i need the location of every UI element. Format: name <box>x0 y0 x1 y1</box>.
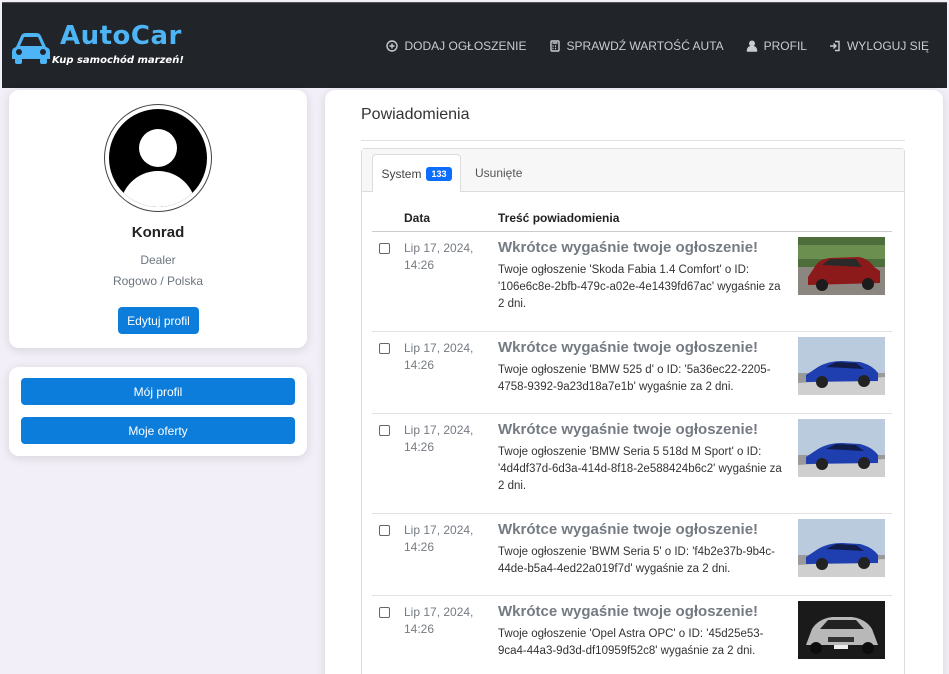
plus-circle-icon <box>386 40 399 52</box>
nav-add-listing[interactable]: DODAJ OGŁOSZENIE <box>386 39 527 53</box>
tab-bar: System 133 Usunięte <box>362 149 904 192</box>
page-title: Powiadomienia <box>361 106 470 123</box>
nav-menu: DODAJ OGŁOSZENIE SPRAWDŹ WARTOŚĆ AUTA PR… <box>386 39 929 53</box>
notification-row[interactable]: Lip 17, 2024, 14:26 Wkrótce wygaśnie two… <box>372 414 892 514</box>
notification-text: Twoje ogłoszenie 'BMW 525 d' o ID: '5a36… <box>498 364 771 393</box>
car-thumbnail[interactable] <box>798 237 885 295</box>
profile-role: Dealer <box>140 253 176 267</box>
notification-title: Wkrótce wygaśnie twoje ogłoszenie! <box>498 239 759 256</box>
car-icon <box>12 33 50 64</box>
brand-logo[interactable]: AutoCar Kup samochód marzeń! <box>10 21 184 67</box>
car-thumbnail[interactable] <box>798 419 885 477</box>
notification-title: Wkrótce wygaśnie twoje ogłoszenie! <box>498 521 759 538</box>
nav-check-value[interactable]: SPRAWDŹ WARTOŚĆ AUTA <box>549 39 724 53</box>
profile-name: Konrad <box>131 224 185 241</box>
tab-system[interactable]: System 133 <box>372 154 461 192</box>
row-checkbox[interactable] <box>379 525 390 536</box>
edit-profile-button[interactable]: Edytuj profil <box>118 307 199 334</box>
my-offers-button[interactable]: Moje oferty <box>21 417 295 444</box>
nav-profile[interactable]: PROFIL <box>746 39 807 53</box>
notification-text: Twoje ogłoszenie 'BMW Seria 5 518d M Spo… <box>498 446 782 492</box>
profile-card: Konrad Dealer Rogowo / Polska Edytuj pro… <box>9 90 307 348</box>
notification-title: Wkrótce wygaśnie twoje ogłoszenie! <box>498 603 759 620</box>
my-profile-button[interactable]: Mój profil <box>21 378 295 405</box>
tab-system-label: System <box>381 166 422 181</box>
notification-row[interactable]: Lip 17, 2024, 14:26 Wkrótce wygaśnie two… <box>372 596 892 674</box>
car-thumbnail[interactable] <box>798 337 885 395</box>
row-checkbox[interactable] <box>379 243 390 254</box>
divider <box>361 140 905 141</box>
profile-location: Rogowo / Polska <box>112 274 204 288</box>
nav-profile-label: PROFIL <box>763 39 807 53</box>
notification-row[interactable]: Lip 17, 2024, 14:26 Wkrótce wygaśnie two… <box>372 514 892 596</box>
column-header-date: Data <box>404 211 431 225</box>
person-icon <box>746 40 757 52</box>
nav-logout[interactable]: WYLOGUJ SIĘ <box>829 39 929 53</box>
navbar: AutoCar Kup samochód marzeń! DODAJ OGŁOS… <box>2 2 947 88</box>
notification-row[interactable]: Lip 17, 2024, 14:26 Wkrótce wygaśnie two… <box>372 232 892 332</box>
notification-date: Lip 17, 2024, 14:26 <box>404 523 474 554</box>
notification-text: Twoje ogłoszenie 'Opel Astra OPC' o ID: … <box>498 628 764 657</box>
row-checkbox[interactable] <box>379 607 390 618</box>
calculator-icon <box>549 40 560 52</box>
tab-deleted-label: Usunięte <box>475 166 523 180</box>
notification-date: Lip 17, 2024, 14:26 <box>404 423 474 454</box>
notification-date: Lip 17, 2024, 14:26 <box>404 341 474 372</box>
notification-date: Lip 17, 2024, 14:26 <box>404 241 474 272</box>
car-thumbnail[interactable] <box>798 601 885 659</box>
notification-row[interactable]: Lip 17, 2024, 14:26 Wkrótce wygaśnie two… <box>372 332 892 414</box>
row-checkbox[interactable] <box>379 425 390 436</box>
notification-text: Twoje ogłoszenie 'Skoda Fabia 1.4 Comfor… <box>498 264 781 310</box>
column-header-content: Treść powiadomienia <box>498 211 620 225</box>
nav-check-value-label: SPRAWDŹ WARTOŚĆ AUTA <box>566 39 724 53</box>
nav-logout-label: WYLOGUJ SIĘ <box>846 39 929 53</box>
car-thumbnail[interactable] <box>798 519 885 577</box>
notification-count-badge: 133 <box>426 166 452 181</box>
notifications-tabs: System 133 Usunięte Data Treść powiadomi… <box>361 148 905 674</box>
notification-title: Wkrótce wygaśnie twoje ogłoszenie! <box>498 339 759 356</box>
tab-deleted[interactable]: Usunięte <box>475 154 522 192</box>
notification-title: Wkrótce wygaśnie twoje ogłoszenie! <box>498 421 759 438</box>
side-menu-card: Mój profil Moje oferty <box>9 367 307 456</box>
brand-title: AutoCar <box>60 21 182 51</box>
notification-text: Twoje ogłoszenie 'BWM Seria 5' o ID: 'f4… <box>498 546 775 575</box>
avatar <box>104 104 212 212</box>
brand-tagline: Kup samochód marzeń! <box>52 55 184 66</box>
user-silhouette-icon <box>109 109 207 207</box>
logout-icon <box>829 40 840 52</box>
row-checkbox[interactable] <box>379 343 390 354</box>
notifications-panel: Powiadomienia System 133 Usunięte Data T… <box>325 90 943 674</box>
nav-add-listing-label: DODAJ OGŁOSZENIE <box>404 39 527 53</box>
notification-date: Lip 17, 2024, 14:26 <box>404 605 474 636</box>
